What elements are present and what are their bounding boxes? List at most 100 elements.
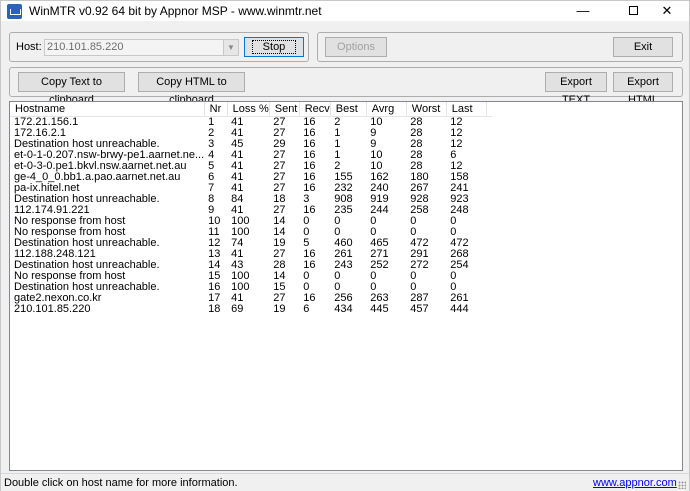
host-combobox[interactable]: 210.101.85.220 ▼	[44, 39, 239, 56]
value-cell: 291	[410, 248, 429, 260]
column-header-worst[interactable]: Worst	[406, 102, 447, 117]
table-row[interactable]: 172.21.156.1 1 41 27 16 2 10 28 12	[10, 116, 492, 128]
table-row[interactable]: Destination host unreachable. 3 45 29 16 1 9 28…	[10, 139, 492, 150]
filler-cell	[486, 161, 492, 172]
options-button[interactable]: Options	[325, 37, 387, 57]
resize-grip-icon[interactable]	[678, 481, 686, 489]
maximize-icon	[628, 6, 638, 15]
value-cell: 19	[273, 303, 286, 315]
value-cell: 0	[334, 226, 341, 238]
value-cell: 5	[303, 237, 310, 249]
value-cell: 27	[273, 292, 286, 304]
value-cell: 41	[231, 127, 244, 139]
value-cell: 15	[273, 281, 286, 293]
table-row[interactable]: No response from host 15 100 14 0 0 0 0 0	[10, 271, 492, 282]
value-cell: 9	[370, 127, 377, 139]
column-header-sent[interactable]: Sent	[269, 102, 300, 117]
filler-cell	[486, 128, 492, 139]
value-cell: 28	[410, 160, 423, 172]
filler-cell	[486, 150, 492, 161]
value-cell: 16	[303, 248, 316, 260]
combo-dropdown-icon[interactable]: ▼	[223, 40, 238, 55]
value-cell: 248	[450, 204, 469, 216]
value-cell: 460	[334, 237, 353, 249]
column-header-avrg[interactable]: Avrg	[366, 102, 407, 117]
value-cell: 271	[370, 248, 389, 260]
window-title: WinMTR v0.92 64 bit by Appnor MSP - www.…	[29, 4, 322, 18]
value-cell: 0	[370, 226, 377, 238]
hostname-cell: No response from host	[14, 270, 126, 282]
value-cell: 261	[450, 292, 469, 304]
table-row[interactable]: et-0-3-0.pe1.bkvl.nsw.aarnet.net.au 5 41 27…	[10, 161, 492, 172]
value-cell: 28	[273, 259, 286, 271]
value-cell: 0	[450, 215, 457, 227]
value-cell: 18	[208, 303, 221, 315]
value-cell: 10	[370, 149, 383, 161]
hostname-cell: ge-4_0_0.bb1.a.pao.aarnet.net.au	[14, 171, 181, 183]
column-header-loss[interactable]: Loss %	[227, 102, 270, 117]
value-cell: 0	[450, 270, 457, 282]
close-button[interactable]: ✕	[645, 1, 689, 21]
table-row[interactable]: Destination host unreachable. 16 100 15 0 0 0 0…	[10, 282, 492, 293]
value-cell: 69	[231, 303, 244, 315]
value-cell: 472	[410, 237, 429, 249]
value-cell: 258	[410, 204, 429, 216]
filler-cell	[486, 260, 492, 271]
value-cell: 155	[334, 171, 353, 183]
appnor-link[interactable]: www.appnor.com	[593, 477, 677, 489]
column-header-hostname[interactable]: Hostname	[10, 102, 205, 117]
hostname-cell: pa-ix.hitel.net	[14, 182, 80, 194]
value-cell: 0	[450, 226, 457, 238]
value-cell: 0	[303, 281, 310, 293]
table-row[interactable]: 172.16.2.1 2 41 27 16 1 9 28 12	[10, 128, 492, 139]
table-row[interactable]: ge-4_0_0.bb1.a.pao.aarnet.net.au 6 41 27 16 1…	[10, 172, 492, 183]
value-cell: 0	[303, 226, 310, 238]
value-cell: 16	[303, 138, 316, 150]
value-cell: 1	[334, 138, 341, 150]
value-cell: 100	[231, 226, 250, 238]
stop-button[interactable]: Stop	[244, 37, 304, 57]
minimize-button[interactable]: —	[561, 1, 605, 21]
table-row[interactable]: 210.101.85.220 18 69 19 6 434 445 457 444	[10, 304, 492, 315]
value-cell: 243	[334, 259, 353, 271]
column-header-best[interactable]: Best	[330, 102, 367, 117]
filler-cell	[486, 293, 492, 304]
value-cell: 16	[303, 292, 316, 304]
results-body: 172.21.156.1 1 41 27 16 2 10 28 12 172.16.2.1 2 41 2…	[10, 116, 492, 315]
table-row[interactable]: No response from host 10 100 14 0 0 0 0 0	[10, 216, 492, 227]
value-cell: 27	[273, 204, 286, 216]
results-list[interactable]: Hostname Nr Loss % Sent Recv Best Avrg W…	[9, 101, 683, 471]
host-label: Host:	[16, 41, 42, 53]
value-cell: 28	[410, 149, 423, 161]
table-row[interactable]: Destination host unreachable. 14 43 28 16 243…	[10, 260, 492, 271]
export-text-button[interactable]: Export TEXT	[545, 72, 607, 106]
table-row[interactable]: 112.174.91.221 9 41 27 16 235 244 258 248	[10, 205, 492, 216]
copy-text-button[interactable]: Copy Text to clipboard	[18, 72, 125, 106]
column-header-recv[interactable]: Recv	[299, 102, 331, 117]
value-cell: 472	[450, 237, 469, 249]
filler-cell	[486, 205, 492, 216]
table-row[interactable]: No response from host 11 100 14 0 0 0 0 0	[10, 227, 492, 238]
value-cell: 27	[273, 127, 286, 139]
value-cell: 11	[208, 226, 220, 238]
value-cell: 41	[231, 182, 244, 194]
value-cell: 13	[208, 248, 221, 260]
value-cell: 256	[334, 292, 353, 304]
table-row[interactable]: 112.188.248.121 13 41 27 16 261 271 291 268	[10, 249, 492, 260]
value-cell: 0	[370, 281, 377, 293]
table-row[interactable]: et-0-1-0.207.nsw-brwy-pe1.aarnet.ne... 4 4…	[10, 150, 492, 161]
table-row[interactable]: pa-ix.hitel.net 7 41 27 16 232 240 267 241	[10, 183, 492, 194]
table-row[interactable]: Destination host unreachable. 8 84 18 3 908 91…	[10, 194, 492, 205]
table-row[interactable]: gate2.nexon.co.kr 17 41 27 16 256 263 287 261	[10, 293, 492, 304]
export-html-button[interactable]: Export HTML	[613, 72, 673, 106]
value-cell: 0	[334, 270, 341, 282]
title-bar[interactable]: WinMTR v0.92 64 bit by Appnor MSP - www.…	[1, 1, 689, 21]
table-row[interactable]: Destination host unreachable. 12 74 19 5 460 4…	[10, 238, 492, 249]
hostname-cell: et-0-1-0.207.nsw-brwy-pe1.aarnet.ne...	[14, 149, 205, 161]
value-cell: 12	[208, 237, 221, 249]
column-header-last[interactable]: Last	[446, 102, 487, 117]
exit-button[interactable]: Exit	[613, 37, 673, 57]
value-cell: 2	[208, 127, 215, 139]
column-header-nr[interactable]: Nr	[204, 102, 228, 117]
copy-html-button[interactable]: Copy HTML to clipboard	[138, 72, 245, 106]
